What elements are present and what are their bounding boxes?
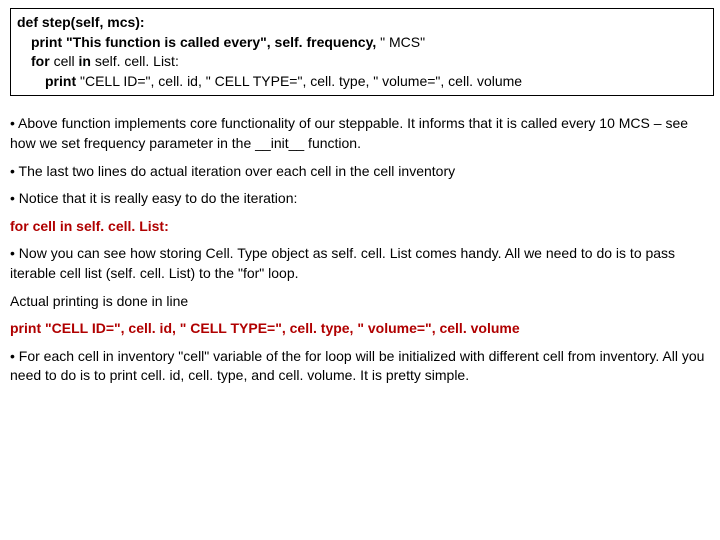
print-line-highlight: print "CELL ID=", cell. id, " CELL TYPE=… <box>10 319 710 339</box>
print-args-1b: " MCS" <box>380 34 425 50</box>
loop-var: cell <box>54 53 79 69</box>
kw-print-2: print <box>45 73 80 89</box>
code-block: def step(self, mcs): print "This functio… <box>10 8 714 96</box>
para-3: • Notice that it is really easy to do th… <box>10 189 710 209</box>
kw-print: print <box>31 34 66 50</box>
loop-var-2: cell <box>33 218 60 234</box>
print-args-1: "This function is called every", self. f… <box>66 34 380 50</box>
para-4: • Now you can see how storing Cell. Type… <box>10 244 710 283</box>
print-args-2: "CELL ID=", cell. id, " CELL TYPE=", cel… <box>80 73 522 89</box>
code-line-2: print "This function is called every", s… <box>17 33 707 53</box>
kw-in: in <box>78 53 94 69</box>
print-args-3: "CELL ID=", cell. id, " CELL TYPE=", cel… <box>45 320 520 336</box>
para-5: Actual printing is done in line <box>10 292 710 312</box>
para-6: • For each cell in inventory "cell" vari… <box>10 347 710 386</box>
loop-iter-2: self. cell. List: <box>76 218 169 234</box>
kw-for-2: for <box>10 218 33 234</box>
loop-iter: self. cell. List: <box>95 53 179 69</box>
para-1: • Above function implements core functio… <box>10 114 710 153</box>
para-2: • The last two lines do actual iteration… <box>10 162 710 182</box>
code-line-1: def step(self, mcs): <box>17 13 707 33</box>
kw-def: def <box>17 14 42 30</box>
kw-print-3: print <box>10 320 45 336</box>
func-sig: step(self, mcs): <box>42 14 145 30</box>
for-line-highlight: for cell in self. cell. List: <box>10 217 710 237</box>
kw-for: for <box>31 53 54 69</box>
code-line-3: for cell in self. cell. List: <box>17 52 707 72</box>
kw-in-2: in <box>60 218 76 234</box>
code-line-4: print "CELL ID=", cell. id, " CELL TYPE=… <box>17 72 707 92</box>
